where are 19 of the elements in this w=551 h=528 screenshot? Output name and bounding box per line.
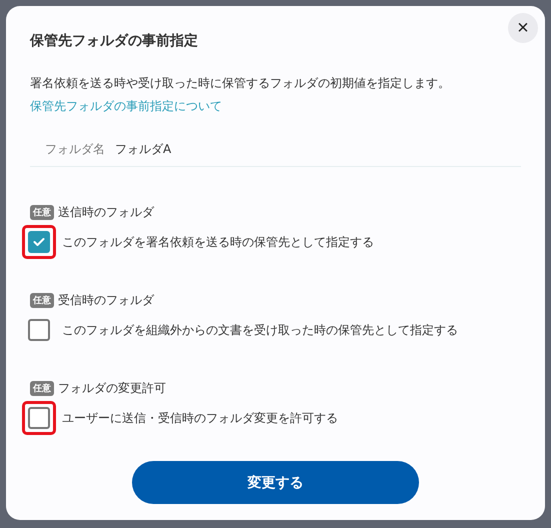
field-value: フォルダA: [115, 141, 172, 158]
dialog-title: 保管先フォルダの事前指定: [30, 32, 199, 50]
checkbox[interactable]: [28, 231, 50, 253]
checkbox-label: このフォルダを組織外からの文書を受け取った時の保管先として指定する: [62, 322, 458, 338]
field-label: フォルダ名: [45, 141, 105, 158]
checkbox-label: このフォルダを署名依頼を送る時の保管先として指定する: [62, 234, 374, 250]
checkbox[interactable]: [28, 407, 50, 429]
checkbox-label: ユーザーに送信・受信時のフォルダ変更を許可する: [62, 410, 338, 426]
section-heading: 受信時のフォルダ: [58, 292, 154, 309]
checkbox[interactable]: [28, 319, 50, 341]
optional-badge: 任意: [30, 205, 54, 220]
section-heading: 送信時のフォルダ: [58, 204, 154, 221]
submit-button[interactable]: 変更する: [132, 461, 419, 504]
optional-badge: 任意: [30, 381, 54, 396]
section-heading: フォルダの変更許可: [58, 380, 166, 397]
close-button[interactable]: ×: [508, 13, 538, 43]
description-text: 署名依頼を送る時や受け取った時に保管するフォルダの初期値を指定します。: [30, 75, 451, 92]
check-icon: [33, 237, 45, 247]
optional-badge: 任意: [30, 293, 54, 308]
